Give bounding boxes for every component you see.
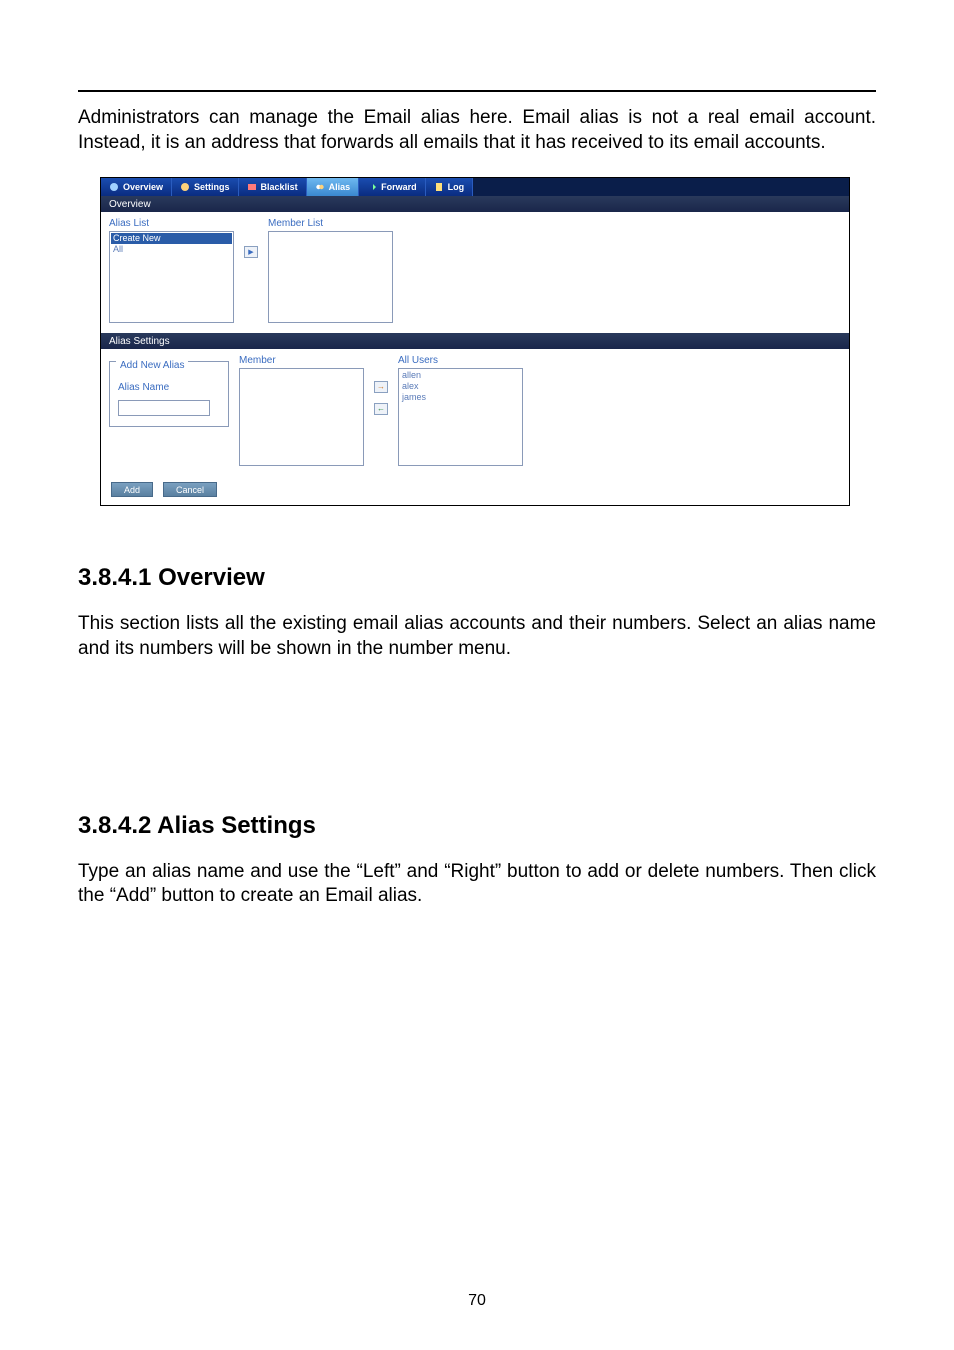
tab-blacklist[interactable]: Blacklist <box>239 178 307 196</box>
user-item[interactable]: allen <box>400 370 521 381</box>
cancel-button[interactable]: Cancel <box>163 482 217 497</box>
tab-settings[interactable]: Settings <box>172 178 239 196</box>
overview-body: This section lists all the existing emai… <box>78 612 876 661</box>
overview-section-bar: Overview <box>101 196 849 212</box>
overview-move-right-button[interactable] <box>244 246 258 258</box>
alias-settings-section-title: Alias Settings <box>109 336 170 347</box>
tab-alias-label: Alias <box>329 182 351 192</box>
alias-list-create-new[interactable]: Create New <box>111 233 232 244</box>
overview-arrow-column <box>244 218 258 258</box>
settings-member-label: Member <box>239 355 364 366</box>
member-list-column: Member List <box>268 218 393 323</box>
tab-bar: Overview Settings Blacklist Alias Forwar… <box>101 178 849 196</box>
alias-icon <box>315 182 325 192</box>
add-new-alias-fieldset: Add New Alias Alias Name <box>109 361 229 427</box>
heading-alias-settings: 3.8.4.2 Alias Settings <box>78 812 876 840</box>
button-row: Add Cancel <box>101 476 849 505</box>
overview-icon <box>109 182 119 192</box>
alias-name-label: Alias Name <box>118 382 220 393</box>
add-button[interactable]: Add <box>111 482 153 497</box>
add-new-alias-legend: Add New Alias <box>116 360 188 371</box>
alias-screenshot: Overview Settings Blacklist Alias Forwar… <box>100 177 850 506</box>
intro-paragraph: Administrators can manage the Email alia… <box>78 106 876 155</box>
move-right-button[interactable]: → <box>374 381 388 393</box>
tab-log[interactable]: Log <box>426 178 474 196</box>
all-users-list[interactable]: allen alex james <box>398 368 523 466</box>
tab-blacklist-label: Blacklist <box>261 182 298 192</box>
blacklist-icon <box>247 182 257 192</box>
tab-overview-label: Overview <box>123 182 163 192</box>
alias-settings-section-bar: Alias Settings <box>101 333 849 349</box>
tab-forward-label: Forward <box>381 182 417 192</box>
tab-bar-filler <box>473 178 849 196</box>
settings-body: Type an alias name and use the “Left” an… <box>78 860 876 909</box>
alias-list-label: Alias List <box>109 218 234 229</box>
alias-name-input[interactable] <box>118 400 210 416</box>
user-item[interactable]: james <box>400 392 521 403</box>
alias-list-all[interactable]: All <box>111 244 232 255</box>
all-users-column: All Users allen alex james <box>398 355 523 466</box>
overview-section-title: Overview <box>109 199 151 210</box>
tab-overview[interactable]: Overview <box>101 178 172 196</box>
settings-arrow-column: → ← <box>374 355 388 415</box>
alias-list[interactable]: Create New All <box>109 231 234 323</box>
tab-settings-label: Settings <box>194 182 230 192</box>
member-list[interactable] <box>268 231 393 323</box>
heading-overview: 3.8.4.1 Overview <box>78 564 876 592</box>
log-icon <box>434 182 444 192</box>
tab-log-label: Log <box>448 182 465 192</box>
alias-list-column: Alias List Create New All <box>109 218 234 323</box>
move-left-button[interactable]: ← <box>374 403 388 415</box>
user-item[interactable]: alex <box>400 381 521 392</box>
forward-icon <box>367 182 377 192</box>
tab-alias[interactable]: Alias <box>307 178 360 196</box>
overview-panel: Alias List Create New All Member List <box>101 212 849 333</box>
settings-member-column: Member <box>239 355 364 466</box>
tab-forward[interactable]: Forward <box>359 178 426 196</box>
page-number: 70 <box>0 1292 954 1310</box>
alias-settings-panel: Add New Alias Alias Name Member → ← <box>101 349 849 476</box>
settings-member-list[interactable] <box>239 368 364 466</box>
all-users-label: All Users <box>398 355 523 366</box>
top-rule <box>78 90 876 92</box>
settings-icon <box>180 182 190 192</box>
member-list-label: Member List <box>268 218 393 229</box>
